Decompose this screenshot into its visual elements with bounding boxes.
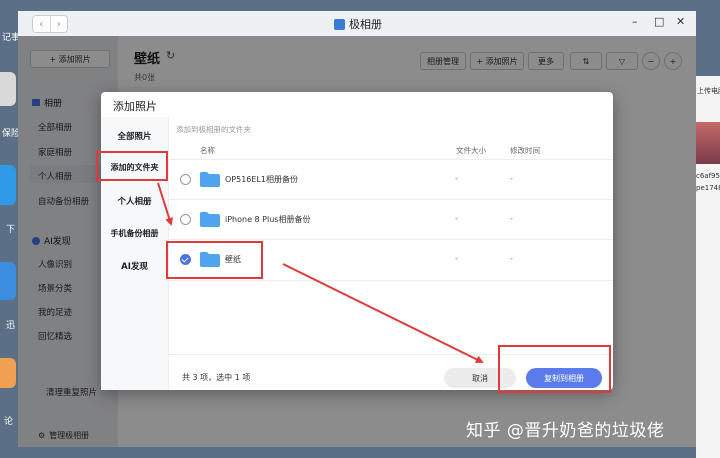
watermark-text: 知乎 @晋升奶爸的垃圾佬 <box>466 421 665 441</box>
arrow-tab-to-folder <box>157 182 173 226</box>
arrow-folder-to-button <box>282 263 484 363</box>
annotation-arrows <box>157 182 484 363</box>
